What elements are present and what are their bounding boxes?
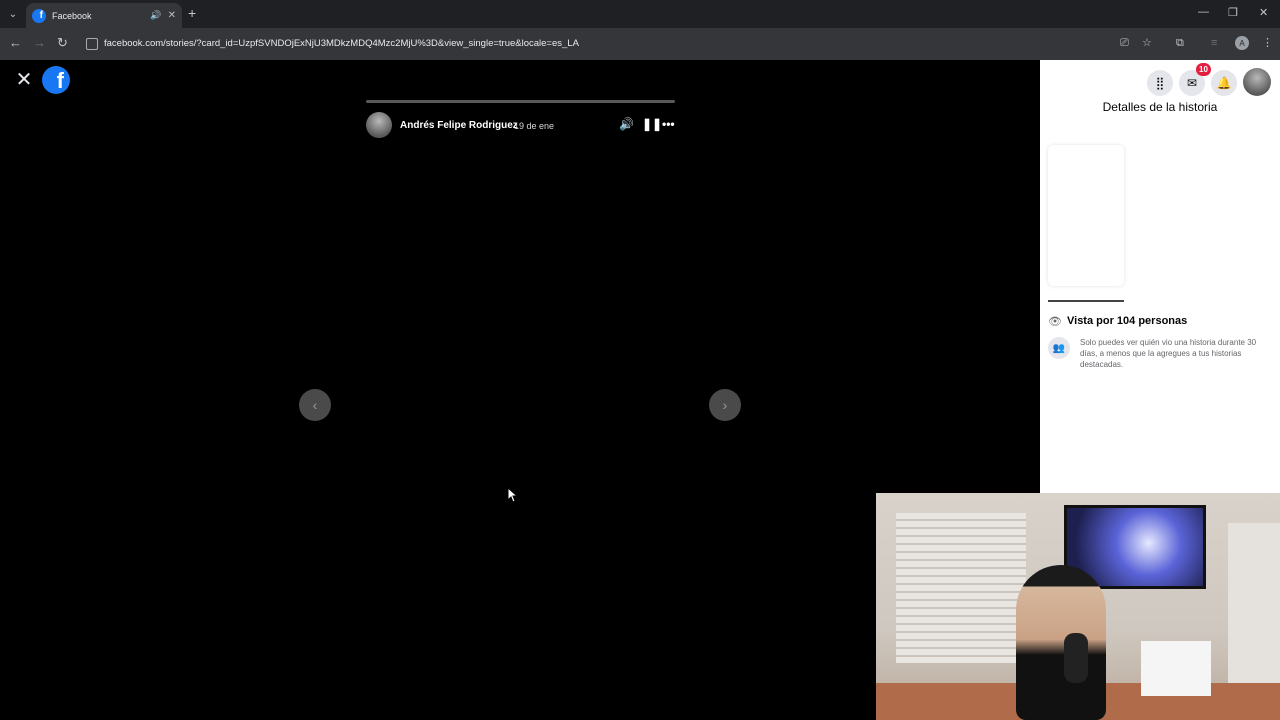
new-tab-button[interactable]: + <box>188 6 196 20</box>
facebook-logo-icon[interactable]: f <box>42 66 70 94</box>
people-icon: 👥 <box>1048 337 1070 359</box>
volume-icon[interactable]: 🔊 <box>619 118 634 130</box>
menu-kebab-icon[interactable]: ⋮ <box>1262 37 1273 49</box>
next-story-button[interactable]: › <box>709 389 741 421</box>
views-note: Solo puedes ver quién vio una historia d… <box>1080 338 1257 369</box>
streamer <box>1016 565 1106 720</box>
shelf <box>1141 641 1211 696</box>
story-author-avatar[interactable] <box>366 112 392 138</box>
profile-avatar[interactable]: A <box>1235 36 1249 50</box>
mouse-cursor-icon <box>507 487 519 503</box>
more-options-icon[interactable]: ••• <box>662 118 675 130</box>
notifications-badge: 10 <box>1196 63 1211 76</box>
menu-grid-icon[interactable]: ⣿ <box>1147 70 1173 96</box>
story-thumbnail[interactable] <box>1048 145 1124 286</box>
tab-search-icon[interactable]: ⌄ <box>4 5 22 23</box>
previous-story-button[interactable]: ‹ <box>299 389 331 421</box>
story-author-name[interactable]: Andrés Felipe Rodriguez <box>400 120 518 131</box>
microphone <box>1064 633 1088 683</box>
pause-icon[interactable]: ❚❚ <box>642 118 662 130</box>
bookmark-star-icon[interactable]: ☆ <box>1142 37 1152 49</box>
restore-icon[interactable]: ❐ <box>1228 6 1238 19</box>
extensions-icon[interactable]: ⧉ <box>1176 37 1184 49</box>
browser-tab[interactable]: f Facebook 🔊 ✕ <box>26 3 182 28</box>
account-avatar[interactable] <box>1243 68 1271 96</box>
site-info-icon[interactable] <box>86 38 98 50</box>
url-text[interactable]: facebook.com/stories/?card_id=UzpfSVNDOj… <box>104 38 579 49</box>
window-close-icon[interactable]: ✕ <box>1259 6 1268 19</box>
browser-toolbar: ← → ↻ facebook.com/stories/?card_id=Uzpf… <box>0 28 1280 60</box>
thumbnail-selected-indicator <box>1048 300 1124 302</box>
address-bar[interactable]: facebook.com/stories/?card_id=UzpfSVNDOj… <box>80 32 1170 56</box>
panel-title: Detalles de la historia <box>1102 100 1218 114</box>
facebook-favicon-icon: f <box>32 8 46 23</box>
views-count: Vista por 104 personas <box>1067 315 1188 327</box>
back-icon[interactable]: ← <box>9 36 22 50</box>
reload-icon[interactable]: ↻ <box>57 36 68 50</box>
tab-title: Facebook <box>52 10 92 21</box>
story-progress-bar <box>366 100 675 103</box>
webcam-overlay <box>876 493 1280 720</box>
eye-icon: 👁 <box>1048 316 1062 328</box>
browser-tab-bar: ⌄ f Facebook 🔊 ✕ + — ❐ ✕ <box>0 0 1280 28</box>
story-date: 19 de ene <box>514 121 555 131</box>
install-app-icon[interactable]: ⎚ <box>1120 37 1129 49</box>
minimize-icon[interactable]: — <box>1198 6 1209 18</box>
media-icon[interactable]: ≡ <box>1211 37 1217 49</box>
tab-audio-icon[interactable]: 🔊 <box>150 10 161 21</box>
forward-icon[interactable]: → <box>33 36 46 50</box>
window-blind <box>896 513 1026 663</box>
tab-close-icon[interactable]: ✕ <box>168 10 176 21</box>
notifications-bell-icon[interactable]: 🔔 <box>1211 70 1237 96</box>
close-story-icon[interactable]: ✕ <box>15 70 33 90</box>
